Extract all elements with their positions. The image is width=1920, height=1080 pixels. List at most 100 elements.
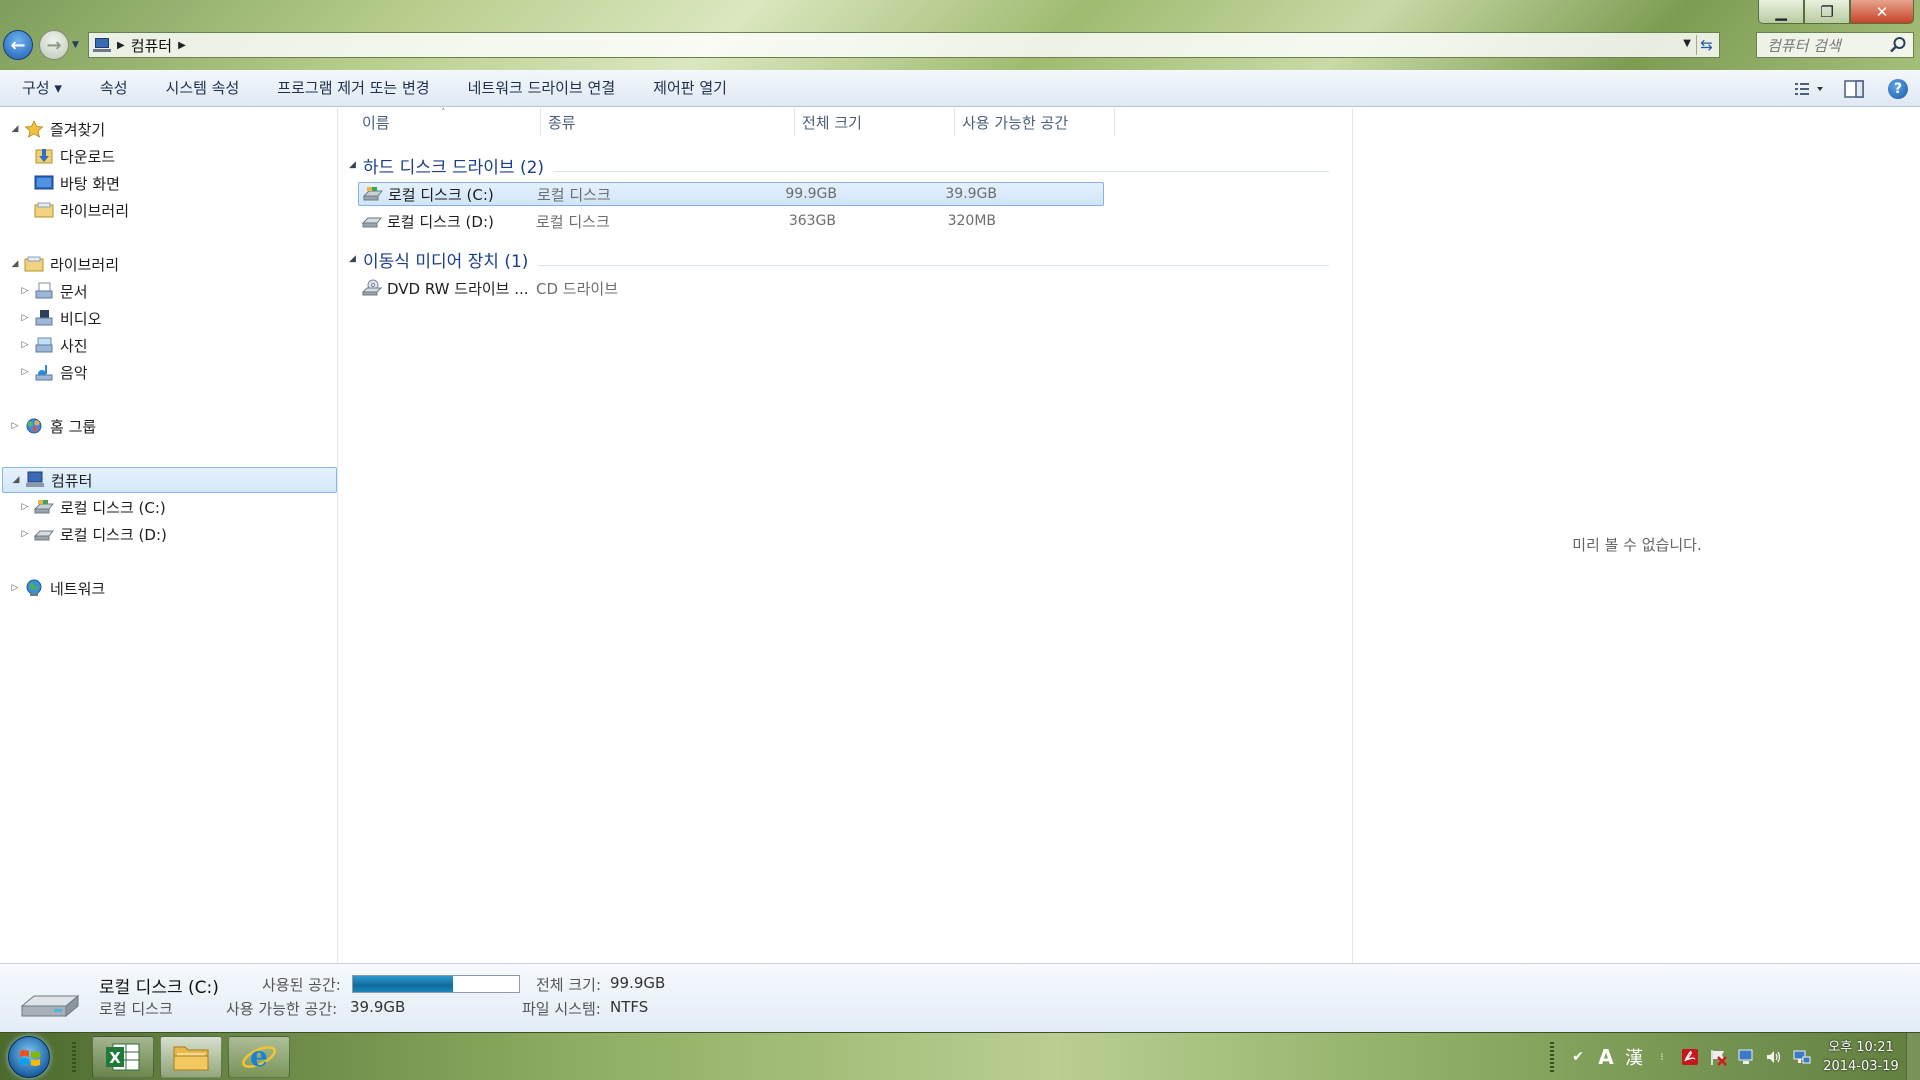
group-header-removable-media[interactable]: ◢ 이동식 미디어 장치 (1) xyxy=(339,246,1339,272)
search-box[interactable]: 컴퓨터 검색 xyxy=(1756,32,1914,58)
remote-assist-icon[interactable] xyxy=(1736,1047,1756,1067)
sidebar-item-label: 비디오 xyxy=(60,309,102,328)
expanded-triangle-icon[interactable]: ◢ xyxy=(344,254,361,264)
close-button[interactable]: ✕ xyxy=(1850,0,1914,24)
collapsed-triangle-icon[interactable]: ▷ xyxy=(20,529,30,539)
breadcrumb-computer[interactable]: 컴퓨터 xyxy=(131,35,172,56)
sidebar-item-libraries-shortcut[interactable]: 라이브러리 xyxy=(0,197,336,223)
sidebar-item-music[interactable]: ▷ 음악 xyxy=(0,359,336,385)
collapsed-triangle-icon[interactable]: ▷ xyxy=(20,340,30,350)
show-desktop-button[interactable] xyxy=(1906,1033,1920,1080)
group-header-hard-disks[interactable]: ◢ 하드 디스크 드라이브 (2) xyxy=(339,152,1339,178)
preview-message: 미리 볼 수 없습니다. xyxy=(1572,536,1702,554)
svg-text:X: X xyxy=(109,1049,121,1067)
forward-button[interactable]: → xyxy=(39,30,69,60)
sidebar-item-computer[interactable]: ◢ 컴퓨터 xyxy=(2,467,337,493)
ime-mode-button[interactable]: A xyxy=(1596,1045,1616,1069)
item-type: 로컬 디스크 xyxy=(537,185,611,204)
expanded-triangle-icon[interactable]: ◢ xyxy=(344,160,361,170)
breadcrumb-chevron-icon[interactable]: ▶ xyxy=(117,40,125,51)
view-options-button[interactable] xyxy=(1788,70,1832,107)
minimize-button[interactable]: ▁ xyxy=(1758,0,1804,24)
used-space-label: 사용된 공간: xyxy=(262,976,341,994)
pdf-reader-icon[interactable] xyxy=(1680,1047,1700,1067)
taskbar-grip xyxy=(72,1042,76,1072)
column-header-free-space[interactable]: 사용 가능한 공간 xyxy=(955,108,1115,136)
flag-warning-icon xyxy=(1711,1050,1727,1066)
address-dropdown-icon[interactable]: ▼ xyxy=(1683,38,1691,49)
network-status-icon[interactable] xyxy=(1792,1047,1812,1067)
taskbar-explorer-button[interactable] xyxy=(160,1036,222,1078)
expanded-triangle-icon[interactable]: ◢ xyxy=(10,124,20,134)
help-button[interactable]: ? xyxy=(1876,70,1920,107)
back-button[interactable]: ← xyxy=(3,30,33,60)
system-properties-button[interactable]: 시스템 속성 xyxy=(147,70,259,107)
refresh-icon[interactable]: ⇆ xyxy=(1696,35,1716,55)
column-header-total-size[interactable]: 전체 크기 xyxy=(795,108,955,136)
collapsed-triangle-icon[interactable]: ▷ xyxy=(20,286,30,296)
sidebar-item-homegroup[interactable]: ▷ 홈 그룹 xyxy=(0,413,336,439)
uninstall-program-button[interactable]: 프로그램 제거 또는 변경 xyxy=(258,70,448,107)
expanded-triangle-icon[interactable]: ◢ xyxy=(11,475,21,485)
recent-pages-dropdown[interactable]: ▼ xyxy=(72,40,79,50)
collapsed-triangle-icon[interactable]: ▷ xyxy=(10,421,20,431)
list-item-drive-d[interactable]: 로컬 디스크 (D:) 로컬 디스크 363GB 320MB xyxy=(358,209,1358,233)
item-type: 로컬 디스크 xyxy=(536,212,610,231)
sidebar-item-drive-d[interactable]: ▷ 로컬 디스크 (D:) xyxy=(0,521,336,547)
system-clock[interactable]: 오후 10:21 2014-03-19 xyxy=(1816,1038,1906,1076)
hanja-button[interactable]: 漢 xyxy=(1624,1047,1644,1069)
sidebar-item-network[interactable]: ▷ 네트워크 xyxy=(0,575,336,601)
language-bar-icon[interactable]: ✔ xyxy=(1568,1047,1588,1067)
sidebar-item-libraries[interactable]: ◢ 라이브러리 xyxy=(0,251,336,277)
sidebar-item-label: 로컬 디스크 (D:) xyxy=(60,525,167,544)
free-space-label: 사용 가능한 공간: xyxy=(226,1000,338,1018)
collapsed-triangle-icon[interactable]: ▷ xyxy=(10,583,20,593)
preview-pane-button[interactable] xyxy=(1832,70,1876,107)
search-input[interactable]: 컴퓨터 검색 xyxy=(1767,35,1841,56)
command-bar: 구성 ▾ 속성 시스템 속성 프로그램 제거 또는 변경 네트워크 드라이브 연… xyxy=(0,70,1920,107)
hard-drive-icon xyxy=(20,994,80,1018)
map-network-drive-button[interactable]: 네트워크 드라이브 연결 xyxy=(449,70,635,107)
group-divider xyxy=(538,264,1329,266)
list-item-drive-c[interactable]: 로컬 디스크 (C:) 로컬 디스크 99.9GB 39.9GB xyxy=(358,182,1104,206)
documents-icon xyxy=(35,282,53,299)
sidebar-item-favorites[interactable]: ◢ 즐겨찾기 xyxy=(0,116,336,142)
help-icon: ? xyxy=(1888,78,1908,99)
start-button[interactable] xyxy=(8,1036,50,1078)
sidebar-item-documents[interactable]: ▷ 문서 xyxy=(0,278,336,304)
open-control-panel-button[interactable]: 제어판 열기 xyxy=(634,70,746,107)
hard-drive-icon xyxy=(362,217,382,228)
volume-icon[interactable] xyxy=(1764,1047,1784,1067)
list-item-dvd-drive[interactable]: DVD RW 드라이브 ... CD 드라이브 xyxy=(358,276,1358,300)
taskbar-excel-button[interactable]: X xyxy=(92,1036,154,1078)
address-bar[interactable]: ▶ 컴퓨터 ▶ ▼ ⇆ xyxy=(88,32,1720,58)
collapsed-triangle-icon[interactable]: ▷ xyxy=(20,367,30,377)
organize-menu[interactable]: 구성 ▾ xyxy=(0,70,81,107)
collapsed-triangle-icon[interactable]: ▷ xyxy=(20,502,30,512)
network-icon xyxy=(26,579,42,596)
used-space-fill xyxy=(353,976,453,992)
maximize-button[interactable]: ❐ xyxy=(1804,0,1850,24)
breadcrumb-chevron-icon[interactable]: ▶ xyxy=(178,40,186,51)
properties-button[interactable]: 속성 xyxy=(81,70,147,107)
column-header-type[interactable]: 종류 xyxy=(541,108,795,136)
sidebar-item-drive-c[interactable]: ▷ 로컬 디스크 (C:) xyxy=(0,494,336,520)
sidebar-item-label: 즐겨찾기 xyxy=(50,120,106,139)
column-header-name[interactable]: 이름 ˄ xyxy=(339,108,541,136)
item-name: 로컬 디스크 (D:) xyxy=(387,212,494,231)
expanded-triangle-icon[interactable]: ◢ xyxy=(10,259,20,269)
sidebar-item-pictures[interactable]: ▷ 사진 xyxy=(0,332,336,358)
collapsed-triangle-icon[interactable]: ▷ xyxy=(20,313,30,323)
action-center-icon[interactable] xyxy=(1708,1047,1728,1067)
view-details-icon xyxy=(1795,82,1823,95)
navigation-pane: ◢ 즐겨찾기 다운로드 바탕 화면 라이브러리 ◢ 라이브러리 ▷ 문서 ▷ 비… xyxy=(0,108,338,963)
search-icon[interactable] xyxy=(1889,36,1907,54)
item-name: DVD RW 드라이브 ... xyxy=(387,279,529,298)
sidebar-item-videos[interactable]: ▷ 비디오 xyxy=(0,305,336,331)
taskbar: X e ✔ A 漢 ⁝ 오후 10:21 2014-03-19 xyxy=(0,1032,1920,1080)
sidebar-item-downloads[interactable]: 다운로드 xyxy=(0,143,336,169)
sidebar-item-desktop[interactable]: 바탕 화면 xyxy=(0,170,336,196)
taskbar-ie-button[interactable]: e xyxy=(228,1036,290,1078)
svg-text:e: e xyxy=(250,1041,268,1073)
ime-options-icon[interactable]: ⁝ xyxy=(1652,1047,1672,1067)
